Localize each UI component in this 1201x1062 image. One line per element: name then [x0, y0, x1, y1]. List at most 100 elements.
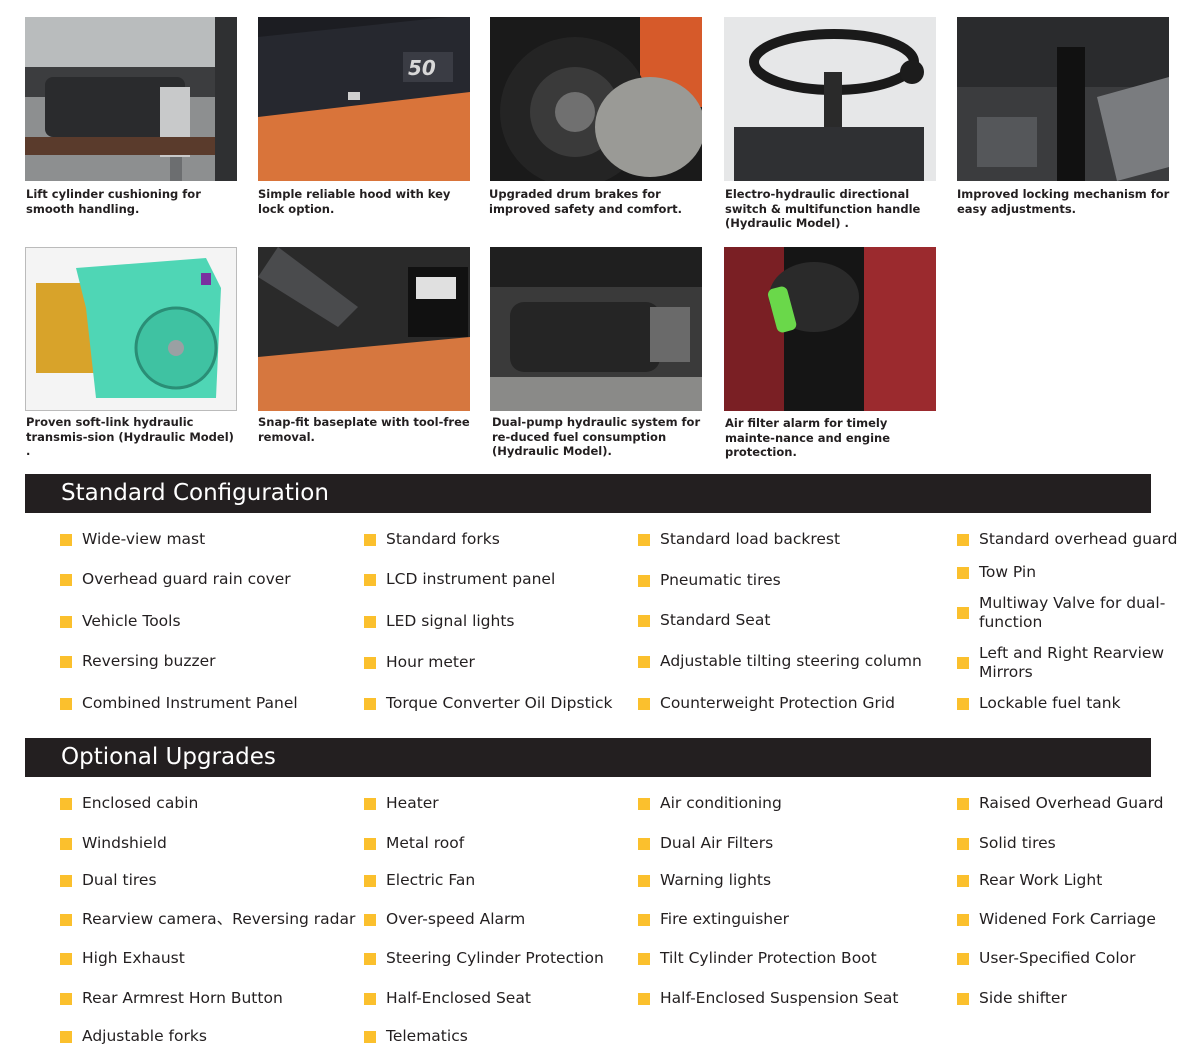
bullet-square-icon: [638, 798, 650, 810]
bullet-square-icon: [60, 914, 72, 926]
list-item: Windshield: [82, 834, 167, 852]
optional-upgrades-header: Optional Upgrades: [25, 738, 1151, 777]
locking-mechanism-photo: [957, 17, 1169, 181]
list-item: Dual Air Filters: [660, 834, 774, 852]
bullet-square-icon: [60, 616, 72, 628]
feature-caption: Simple reliable hood with key lock optio…: [258, 187, 451, 216]
bullet-square-icon: [957, 953, 969, 965]
baseplate-photo: [258, 247, 470, 411]
standard-config-header: Standard Configuration: [25, 474, 1151, 513]
section-title: Standard Configuration: [61, 480, 329, 506]
bullet-square-icon: [364, 616, 376, 628]
list-item: Torque Converter Oil Dipstick: [386, 694, 613, 712]
feature-caption: Lift cylinder cushioning for smooth hand…: [26, 187, 201, 216]
list-item: Adjustable forks: [82, 1027, 207, 1045]
bullet-square-icon: [60, 656, 72, 668]
air-filter-alarm-photo: [724, 247, 936, 411]
list-item: Dual tires: [82, 871, 157, 889]
bullet-square-icon: [60, 798, 72, 810]
list-item: Standard load backrest: [660, 530, 841, 548]
list-item: Multiway Valve for dual-function: [979, 594, 1166, 631]
hydraulic-pump-photo: [490, 247, 702, 411]
list-item: Counterweight Protection Grid: [660, 694, 895, 712]
bullet-square-icon: [638, 698, 650, 710]
bullet-square-icon: [364, 698, 376, 710]
feature-caption: Air filter alarm for timely mainte-nance…: [725, 416, 891, 459]
list-item: High Exhaust: [82, 949, 185, 967]
bullet-square-icon: [638, 953, 650, 965]
bullet-square-icon: [957, 657, 969, 669]
bullet-square-icon: [60, 534, 72, 546]
bullet-square-icon: [364, 875, 376, 887]
hood-photo: 50: [258, 17, 470, 181]
feature-caption: Dual-pump hydraulic system for re-duced …: [492, 415, 701, 458]
list-item: Overhead guard rain cover: [82, 570, 291, 588]
list-item: Warning lights: [660, 871, 772, 889]
bullet-square-icon: [364, 534, 376, 546]
list-item: Tow Pin: [979, 563, 1037, 581]
list-item: Lockable fuel tank: [979, 694, 1121, 712]
bullet-square-icon: [60, 953, 72, 965]
list-item: LED signal lights: [386, 612, 515, 630]
list-item: Widened Fork Carriage: [979, 910, 1156, 928]
bullet-square-icon: [638, 914, 650, 926]
bullet-square-icon: [957, 607, 969, 619]
bullet-square-icon: [638, 656, 650, 668]
bullet-square-icon: [60, 838, 72, 850]
bullet-square-icon: [638, 534, 650, 546]
list-item: Over-speed Alarm: [386, 910, 526, 928]
list-item: Rear Armrest Horn Button: [82, 989, 283, 1007]
list-item: Side shifter: [979, 989, 1067, 1007]
list-item: User-Specified Color: [979, 949, 1136, 967]
transmission-render: [25, 247, 237, 411]
list-item: Steering Cylinder Protection: [386, 949, 604, 967]
feature-caption: Proven soft-link hydraulic transmis-sion…: [26, 415, 234, 458]
bullet-square-icon: [638, 575, 650, 587]
section-title: Optional Upgrades: [61, 744, 276, 770]
list-item: Pneumatic tires: [660, 571, 781, 589]
list-item: Enclosed cabin: [82, 794, 199, 812]
bullet-square-icon: [364, 914, 376, 926]
list-item: Raised Overhead Guard: [979, 794, 1164, 812]
list-item: Solid tires: [979, 834, 1056, 852]
list-item: Air conditioning: [660, 794, 782, 812]
bullet-square-icon: [957, 567, 969, 579]
bullet-square-icon: [364, 574, 376, 586]
list-item: Telematics: [386, 1027, 468, 1045]
feature-caption: Improved locking mechanism for easy adju…: [957, 187, 1170, 216]
list-item: Heater: [386, 794, 439, 812]
bullet-square-icon: [60, 875, 72, 887]
bullet-square-icon: [364, 798, 376, 810]
list-item: Wide-view mast: [82, 530, 206, 548]
list-item: Rearview camera、Reversing radar: [82, 910, 356, 928]
list-item: Adjustable tilting steering column: [660, 652, 922, 670]
bullet-square-icon: [364, 1031, 376, 1043]
bullet-square-icon: [364, 838, 376, 850]
list-item: Combined Instrument Panel: [82, 694, 298, 712]
list-item: Standard overhead guard: [979, 530, 1178, 548]
bullet-square-icon: [957, 798, 969, 810]
bullet-square-icon: [60, 698, 72, 710]
lift-cylinder-photo: [25, 17, 237, 181]
feature-caption: Snap-fit baseplate with tool-free remova…: [258, 415, 470, 444]
list-item: Reversing buzzer: [82, 652, 216, 670]
bullet-square-icon: [638, 875, 650, 887]
feature-caption: Electro-hydraulic directional switch & m…: [725, 187, 921, 230]
feature-caption: Upgraded drum brakes for improved safety…: [489, 187, 682, 216]
list-item: Tilt Cylinder Protection Boot: [660, 949, 877, 967]
bullet-square-icon: [60, 1031, 72, 1043]
list-item: Left and Right Rearview Mirrors: [979, 644, 1165, 681]
bullet-square-icon: [638, 993, 650, 1005]
svg-text:50: 50: [408, 56, 436, 80]
list-item: Electric Fan: [386, 871, 476, 889]
bullet-square-icon: [638, 615, 650, 627]
drum-brake-photo: [490, 17, 702, 181]
bullet-square-icon: [638, 838, 650, 850]
list-item: Standard Seat: [660, 611, 771, 629]
list-item: Fire extinguisher: [660, 910, 790, 928]
bullet-square-icon: [60, 574, 72, 586]
bullet-square-icon: [60, 993, 72, 1005]
list-item: Vehicle Tools: [82, 612, 181, 630]
list-item: Standard forks: [386, 530, 500, 548]
bullet-square-icon: [957, 698, 969, 710]
